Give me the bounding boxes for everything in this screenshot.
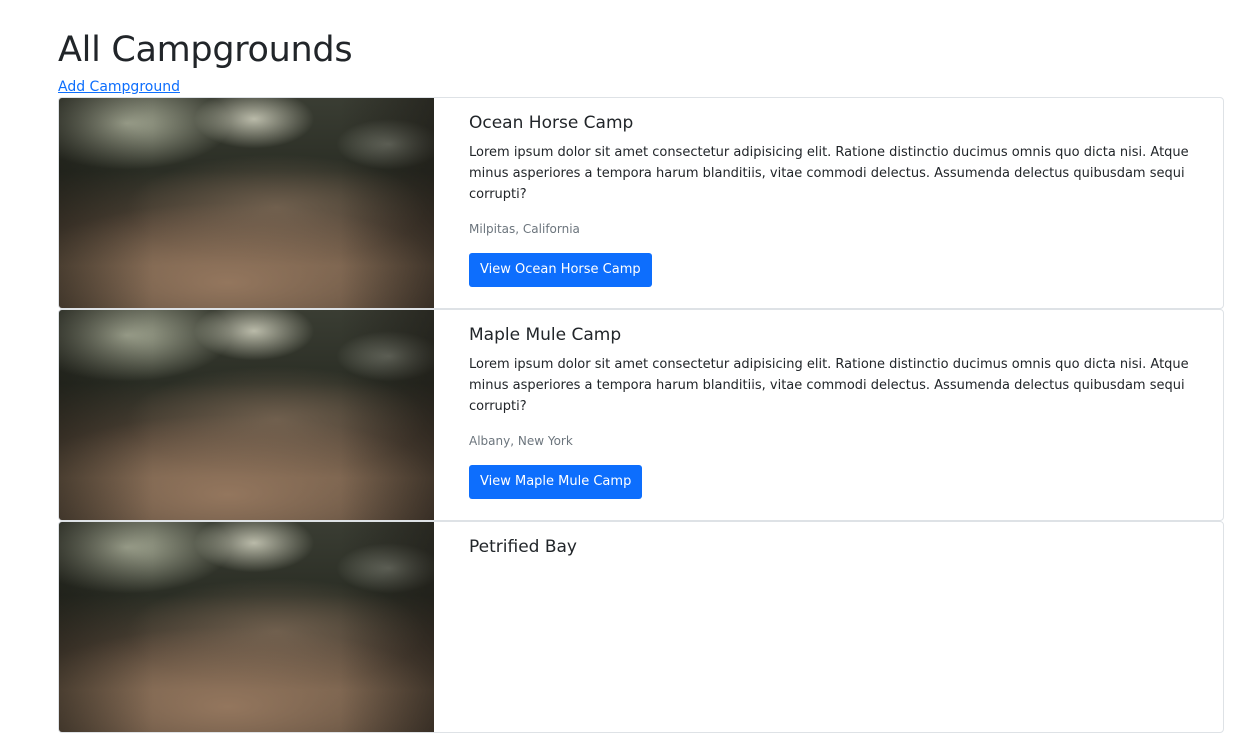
campground-location: Albany, New York [469, 434, 573, 448]
campground-card: Maple Mule Camp Lorem ipsum dolor sit am… [58, 309, 1224, 521]
campground-title: Maple Mule Camp [469, 325, 622, 345]
page-title: All Campgrounds [58, 30, 353, 70]
campground-location: Milpitas, California [469, 222, 580, 236]
campground-card: Petrified Bay [58, 521, 1224, 733]
campground-title: Petrified Bay [469, 537, 577, 557]
add-campground-link[interactable]: Add Campground [58, 79, 180, 96]
view-campground-button[interactable]: View Ocean Horse Camp [469, 253, 652, 287]
campground-title: Ocean Horse Camp [469, 113, 634, 133]
campground-description: Lorem ipsum dolor sit amet consectetur a… [469, 357, 1189, 414]
campground-description: Lorem ipsum dolor sit amet consectetur a… [469, 145, 1189, 202]
campground-card: Ocean Horse Camp Lorem ipsum dolor sit a… [58, 97, 1224, 309]
campground-image [59, 98, 434, 308]
view-campground-button[interactable]: View Maple Mule Camp [469, 465, 643, 499]
campground-image [59, 310, 434, 520]
campground-image [59, 522, 434, 732]
